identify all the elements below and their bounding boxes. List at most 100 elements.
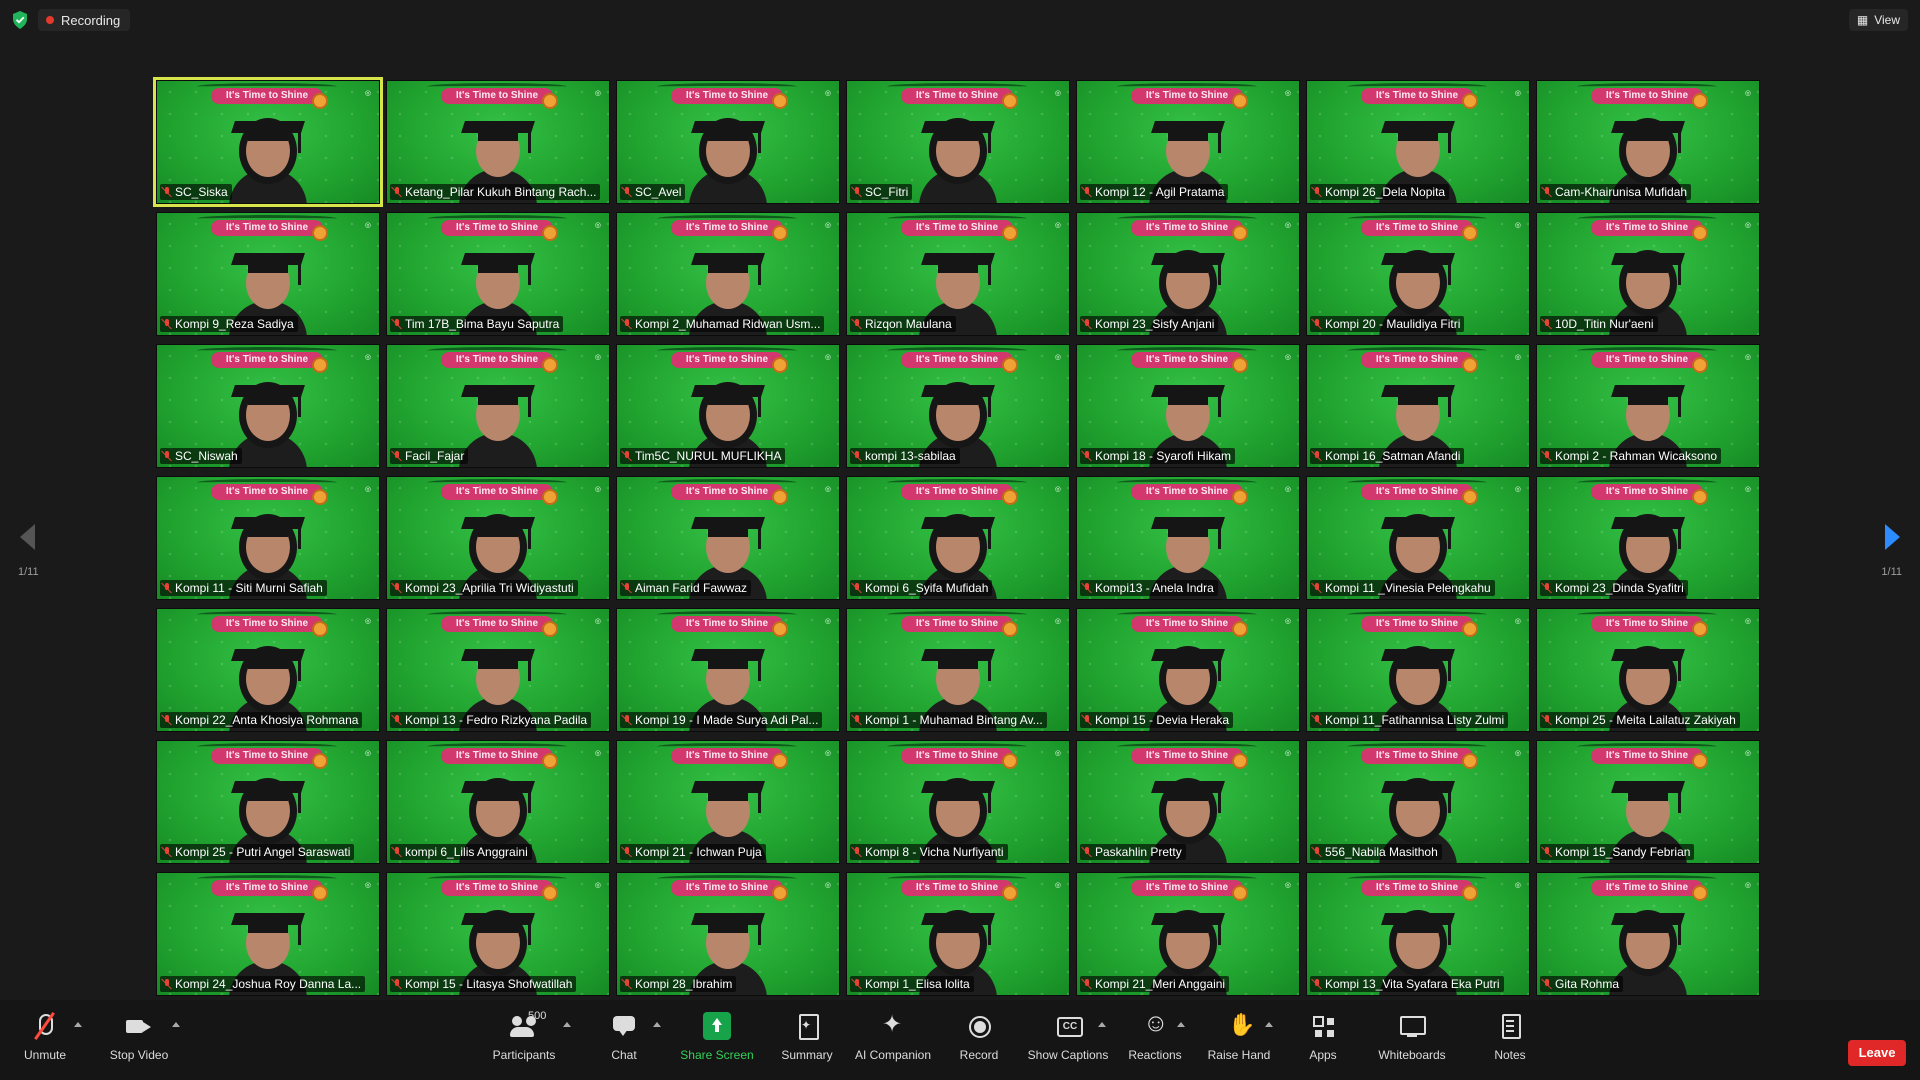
participant-video-tile[interactable]: It's Time to Shine ◎ Kompi 2_Muhamad Ridwa… (616, 212, 840, 336)
medal-icon (1004, 95, 1016, 107)
participant-video-tile[interactable]: It's Time to Shine ◎ Ketang_Pilar Kukuh Bi… (386, 80, 610, 204)
apps-button[interactable]: Apps (1296, 1012, 1350, 1078)
participant-video-tile[interactable]: It's Time to Shine ◎ Kompi 13_Vita Syafara… (1306, 872, 1530, 996)
shine-banner: It's Time to Shine (1361, 748, 1473, 764)
participant-video-tile[interactable]: It's Time to Shine ◎ Kompi 20 - Maulidiya … (1306, 212, 1530, 336)
record-button[interactable]: Record (954, 1012, 1004, 1078)
participant-video-tile[interactable]: It's Time to Shine ◎ kompi 13-sabilaa (846, 344, 1070, 468)
unmute-button[interactable]: Unmute (14, 1012, 76, 1078)
chat-options-caret-icon[interactable] (653, 1022, 661, 1027)
participant-video-tile[interactable]: It's Time to Shine ◎ SC_Avel (616, 80, 840, 204)
participant-video-tile[interactable]: It's Time to Shine ◎ Kompi 6_Syifa Mufidah (846, 476, 1070, 600)
graduation-cap-icon (1151, 385, 1225, 397)
participant-video-tile[interactable]: It's Time to Shine ◎ Paskahlin Pretty (1076, 740, 1300, 864)
muted-mic-icon (1082, 582, 1092, 594)
participant-video-tile[interactable]: It's Time to Shine ◎ Tim 17B_Bima Bayu Sap… (386, 212, 610, 336)
participant-video-tile[interactable]: It's Time to Shine ◎ Kompi 15 - Litasya Sh… (386, 872, 610, 996)
participant-video-tile[interactable]: It's Time to Shine ◎ Gita Rohma (1536, 872, 1760, 996)
security-shield-icon[interactable] (12, 11, 28, 29)
participant-video-tile[interactable]: It's Time to Shine ◎ Kompi 23_Aprilia Tri … (386, 476, 610, 600)
summary-button[interactable]: Summary (774, 1012, 840, 1078)
reactions-button[interactable]: Reactions (1126, 1009, 1184, 1078)
participant-video-tile[interactable]: It's Time to Shine ◎ Rizqon Maulana (846, 212, 1070, 336)
shine-banner: It's Time to Shine (1131, 484, 1243, 500)
participant-video-tile[interactable]: It's Time to Shine ◎ 556_Nabila Masithoh (1306, 740, 1530, 864)
medal-icon (774, 491, 786, 503)
participant-video-tile[interactable]: It's Time to Shine ◎ Kompi 21_Meri Anggain… (1076, 872, 1300, 996)
participant-video-tile[interactable]: It's Time to Shine ◎ Kompi 11_Fatihannisa … (1306, 608, 1530, 732)
muted-mic-icon (622, 318, 632, 330)
participant-video-tile[interactable]: It's Time to Shine ◎ Tim5C_NURUL MUFLIKHA (616, 344, 840, 468)
participant-video-tile[interactable]: It's Time to Shine ◎ kompi 6_Lilis Anggrai… (386, 740, 610, 864)
participant-video-tile[interactable]: It's Time to Shine ◎ Kompi 19 - I Made Sur… (616, 608, 840, 732)
participant-video-tile[interactable]: It's Time to Shine ◎ Kompi 12 - Agil Prata… (1076, 80, 1300, 204)
participants-button[interactable]: 500 Participants (480, 1010, 568, 1078)
participant-video-tile[interactable]: It's Time to Shine ◎ SC_Niswah (156, 344, 380, 468)
participant-video-tile[interactable]: It's Time to Shine ◎ Kompi 23_Sisfy Anjani (1076, 212, 1300, 336)
participant-name-label: Kompi 22_Anta Khosiya Rohmana (160, 712, 363, 728)
participant-video-tile[interactable]: It's Time to Shine ◎ Kompi 15_Sandy Febria… (1536, 740, 1760, 864)
reactions-options-caret-icon[interactable] (1177, 1022, 1185, 1027)
participant-video-tile[interactable]: It's Time to Shine ◎ Kompi 16_Satman Afand… (1306, 344, 1530, 468)
participant-video-tile[interactable]: It's Time to Shine ◎ Cam-Khairunisa Mufida… (1536, 80, 1760, 204)
stop-video-button[interactable]: Stop Video (104, 1012, 174, 1078)
next-page-arrow-icon[interactable] (1885, 524, 1900, 550)
participant-video-tile[interactable]: It's Time to Shine ◎ Aiman Farid Fawwaz (616, 476, 840, 600)
participant-video-tile[interactable]: It's Time to Shine ◎ Kompi 23_Dinda Syafit… (1536, 476, 1760, 600)
participant-video-tile[interactable]: It's Time to Shine ◎ Kompi 1_Elisa lolita (846, 872, 1070, 996)
muted-mic-icon (622, 582, 632, 594)
muted-mic-icon (392, 318, 402, 330)
participant-video-tile[interactable]: It's Time to Shine ◎ Kompi 11 _Vinesia Pel… (1306, 476, 1530, 600)
graduation-cap-icon (1381, 649, 1455, 661)
shine-banner: It's Time to Shine (1131, 220, 1243, 236)
shine-banner: It's Time to Shine (671, 88, 783, 104)
muted-mic-icon (1312, 582, 1322, 594)
chat-button[interactable]: Chat (600, 1012, 648, 1078)
leave-button[interactable]: Leave (1848, 1040, 1906, 1066)
participant-video-tile[interactable]: It's Time to Shine ◎ Kompi 25 - Meita Lail… (1536, 608, 1760, 732)
startup-campus-logo: ◎ (824, 90, 831, 97)
recording-dot-icon (46, 16, 54, 24)
participant-video-tile[interactable]: It's Time to Shine ◎ Kompi 11 - Siti Murni… (156, 476, 380, 600)
shine-banner: It's Time to Shine (1131, 352, 1243, 368)
participants-options-caret-icon[interactable] (563, 1022, 571, 1027)
apps-icon (1309, 1012, 1337, 1040)
medal-icon (544, 491, 556, 503)
captions-options-caret-icon[interactable] (1098, 1022, 1106, 1027)
raise-hand-label: Raise Hand (1207, 1048, 1271, 1062)
video-grid: It's Time to Shine ◎ SC_Siska It's Time to … (153, 77, 1764, 1000)
participant-video-tile[interactable]: It's Time to Shine ◎ Kompi 1 - Muhamad Bin… (846, 608, 1070, 732)
notes-button[interactable]: Notes (1486, 1012, 1534, 1078)
participant-video-tile[interactable]: It's Time to Shine ◎ Kompi 28_Ibrahim (616, 872, 840, 996)
participant-video-tile[interactable]: It's Time to Shine ◎ Kompi 21 - Ichwan Puj… (616, 740, 840, 864)
participant-video-tile[interactable]: It's Time to Shine ◎ SC_Fitri (846, 80, 1070, 204)
audio-options-caret-icon[interactable] (74, 1022, 82, 1027)
participant-video-tile[interactable]: It's Time to Shine ◎ Kompi 26_Dela Nopita (1306, 80, 1530, 204)
share-screen-button[interactable]: Share Screen (676, 1012, 758, 1078)
participant-video-tile[interactable]: It's Time to Shine ◎ Kompi 13 - Fedro Rizk… (386, 608, 610, 732)
participant-video-tile[interactable]: It's Time to Shine ◎ Kompi 15 - Devia Hera… (1076, 608, 1300, 732)
startup-campus-logo: ◎ (1744, 750, 1751, 757)
participant-video-tile[interactable]: It's Time to Shine ◎ Kompi 9_Reza Sadiya (156, 212, 380, 336)
participant-video-tile[interactable]: It's Time to Shine ◎ Kompi 25 - Putri Ange… (156, 740, 380, 864)
muted-mic-icon (392, 714, 402, 726)
participant-video-tile[interactable]: It's Time to Shine ◎ SC_Siska (153, 77, 383, 207)
ai-companion-button[interactable]: AI Companion (848, 1010, 938, 1078)
view-button[interactable]: ▦ View (1848, 9, 1908, 31)
participant-video-tile[interactable]: It's Time to Shine ◎ Kompi13 - Anela Indra (1076, 476, 1300, 600)
previous-page-arrow-icon[interactable] (20, 524, 35, 550)
video-options-caret-icon[interactable] (172, 1022, 180, 1027)
participant-video-tile[interactable]: It's Time to Shine ◎ Kompi 22_Anta Khosiya… (156, 608, 380, 732)
participant-video-tile[interactable]: It's Time to Shine ◎ Kompi 24_Joshua Roy D… (156, 872, 380, 996)
raise-hand-options-caret-icon[interactable] (1265, 1022, 1273, 1027)
participant-video-tile[interactable]: It's Time to Shine ◎ Facil_Fajar (386, 344, 610, 468)
participant-video-tile[interactable]: It's Time to Shine ◎ Kompi 8 - Vicha Nurfi… (846, 740, 1070, 864)
participant-video-tile[interactable]: It's Time to Shine ◎ 10D_Titin Nur'aeni (1536, 212, 1760, 336)
participant-video-tile[interactable]: It's Time to Shine ◎ Kompi 2 - Rahman Wica… (1536, 344, 1760, 468)
raise-hand-button[interactable]: Raise Hand (1206, 1012, 1272, 1078)
recording-indicator[interactable]: Recording (38, 9, 131, 31)
whiteboards-button[interactable]: Whiteboards (1372, 1012, 1452, 1078)
participant-name-label: Kompi 23_Dinda Syafitri (1540, 580, 1688, 596)
medal-icon (1694, 227, 1706, 239)
participant-video-tile[interactable]: It's Time to Shine ◎ Kompi 18 - Syarofi Hi… (1076, 344, 1300, 468)
